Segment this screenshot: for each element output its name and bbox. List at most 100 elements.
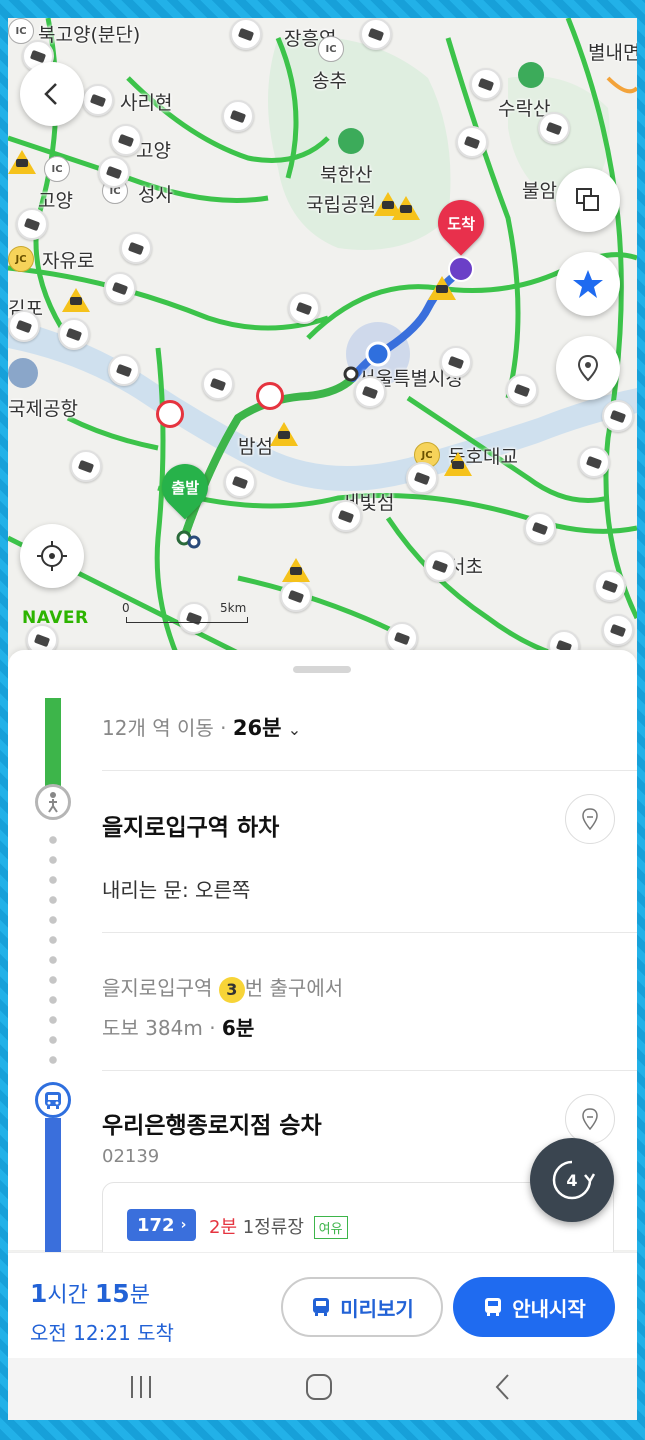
walk-icon (35, 784, 71, 820)
cctv-camera-icon (506, 374, 538, 406)
divider (102, 1070, 637, 1071)
place-label: 국제공항 (8, 398, 78, 420)
home-button[interactable] (304, 1372, 334, 1406)
cctv-camera-icon (288, 292, 320, 324)
map-pin-icon (577, 354, 599, 382)
cctv-camera-icon (456, 126, 488, 158)
place-label: 자유로 (42, 250, 95, 272)
layers-button[interactable] (556, 168, 620, 232)
destination-pin-label: 도착 (447, 214, 475, 233)
cctv-camera-icon (470, 68, 502, 100)
bus-arrival-time: 2분 (209, 1217, 238, 1238)
star-icon (573, 270, 603, 298)
home-icon (306, 1374, 332, 1400)
map-view[interactable]: 북고양(분단) 장흥역 송추 별내면 사리현 수락산 고양 고양 성사 북한산 … (8, 18, 637, 658)
refresh-icon (552, 1160, 595, 1200)
cctv-camera-icon (16, 208, 48, 240)
exit-info: 을지로입구역 3번 출구에서 (102, 972, 343, 1003)
bus-icon (485, 1298, 502, 1316)
station-count-text: 12개 역 이동 (102, 716, 214, 740)
place-label: 사리현 (120, 92, 173, 114)
route-action-bar: 1시간 15분 오전 12:21 도착 미리보기 안내시작 (8, 1252, 637, 1358)
place-label: 고양 (38, 190, 73, 212)
back-button[interactable] (20, 62, 84, 126)
preview-label: 미리보기 (340, 1296, 414, 1321)
cctv-camera-icon (594, 570, 626, 602)
current-location-button[interactable] (20, 524, 84, 588)
recent-apps-button[interactable] (126, 1372, 156, 1406)
separator-dot: · (209, 1016, 222, 1040)
cctv-camera-icon (538, 112, 570, 144)
ic-badge: IC (318, 36, 344, 62)
building-icon (448, 256, 474, 282)
cctv-camera-icon (82, 84, 114, 116)
walk-segment-dots (49, 830, 57, 1070)
cctv-camera-icon (224, 466, 256, 498)
duration-minutes-unit: 분 (129, 1283, 150, 1308)
cctv-camera-icon (280, 580, 312, 612)
walk-distance: 도보 384m (102, 1016, 203, 1040)
start-pin[interactable]: 출발 (152, 454, 218, 520)
layers-icon (576, 188, 599, 211)
duration-hours-unit: 시간 (47, 1283, 88, 1308)
subway-segment-line (45, 698, 61, 786)
park-icon (518, 62, 544, 88)
cctv-camera-icon (406, 462, 438, 494)
total-duration: 1시간 15분 (30, 1277, 150, 1309)
cctv-camera-icon (104, 272, 136, 304)
duration-hours: 1 (30, 1279, 48, 1308)
bus-number: 172 (137, 1214, 175, 1236)
alight-location-button[interactable] (565, 794, 615, 844)
start-pin-label: 출발 (171, 478, 199, 497)
scale-bar (126, 617, 248, 623)
cctv-camera-icon (202, 368, 234, 400)
start-label: 안내시작 (512, 1296, 586, 1321)
system-back-button[interactable] (488, 1372, 518, 1406)
duration-minutes: 15 (94, 1279, 130, 1308)
traffic-warning-icon (444, 452, 472, 476)
chevron-left-icon (44, 83, 57, 105)
subway-summary[interactable]: 12개 역 이동 · 26분 ⌄ (102, 712, 301, 742)
bus-stops-away: 1정류장 (242, 1217, 304, 1238)
scale-start-label: 0 (122, 601, 130, 615)
exit-number-badge: 3 (218, 976, 245, 1003)
sheet-drag-handle[interactable] (293, 666, 351, 673)
place-label: 국립공원 (306, 194, 376, 216)
bus-number-chip[interactable]: 172 › (127, 1209, 197, 1241)
ic-badge: IC (8, 18, 34, 44)
favorite-button[interactable] (556, 252, 620, 316)
board-location-button[interactable] (565, 1094, 615, 1144)
chevron-down-icon: ⌄ (287, 720, 302, 739)
system-nav-bar (8, 1358, 637, 1420)
place-label: 송추 (312, 70, 347, 92)
cctv-camera-icon (58, 318, 90, 350)
enforcement-icon (156, 400, 184, 428)
divider (102, 770, 637, 771)
location-pin-button[interactable] (556, 336, 620, 400)
cctv-camera-icon (354, 376, 386, 408)
walk-time: 6분 (221, 1016, 255, 1040)
traffic-warning-icon (62, 288, 90, 312)
preview-button[interactable]: 미리보기 (281, 1277, 443, 1337)
airport-icon (8, 358, 38, 388)
start-navigation-button[interactable]: 안내시작 (453, 1277, 615, 1337)
naver-logo: NAVER (22, 608, 89, 628)
crowd-badge: 여유 (313, 1216, 348, 1239)
bus-icon (35, 1082, 71, 1118)
cctv-camera-icon (578, 446, 610, 478)
cctv-camera-icon (70, 450, 102, 482)
walk-info: 도보 384m · 6분 (102, 1012, 254, 1041)
cctv-camera-icon (120, 232, 152, 264)
place-label: 불암 (522, 180, 557, 202)
cctv-camera-icon (360, 18, 392, 50)
place-label: 별내면 (588, 42, 637, 64)
park-icon (338, 128, 364, 154)
separator-dot: · (220, 716, 233, 740)
bus-icon (313, 1298, 330, 1316)
cctv-camera-icon (602, 614, 634, 646)
traffic-warning-icon (8, 150, 36, 174)
cctv-camera-icon (108, 354, 140, 386)
destination-pin[interactable]: 도착 (428, 190, 494, 282)
refresh-button[interactable]: 4 (530, 1138, 614, 1222)
divider (102, 932, 637, 933)
